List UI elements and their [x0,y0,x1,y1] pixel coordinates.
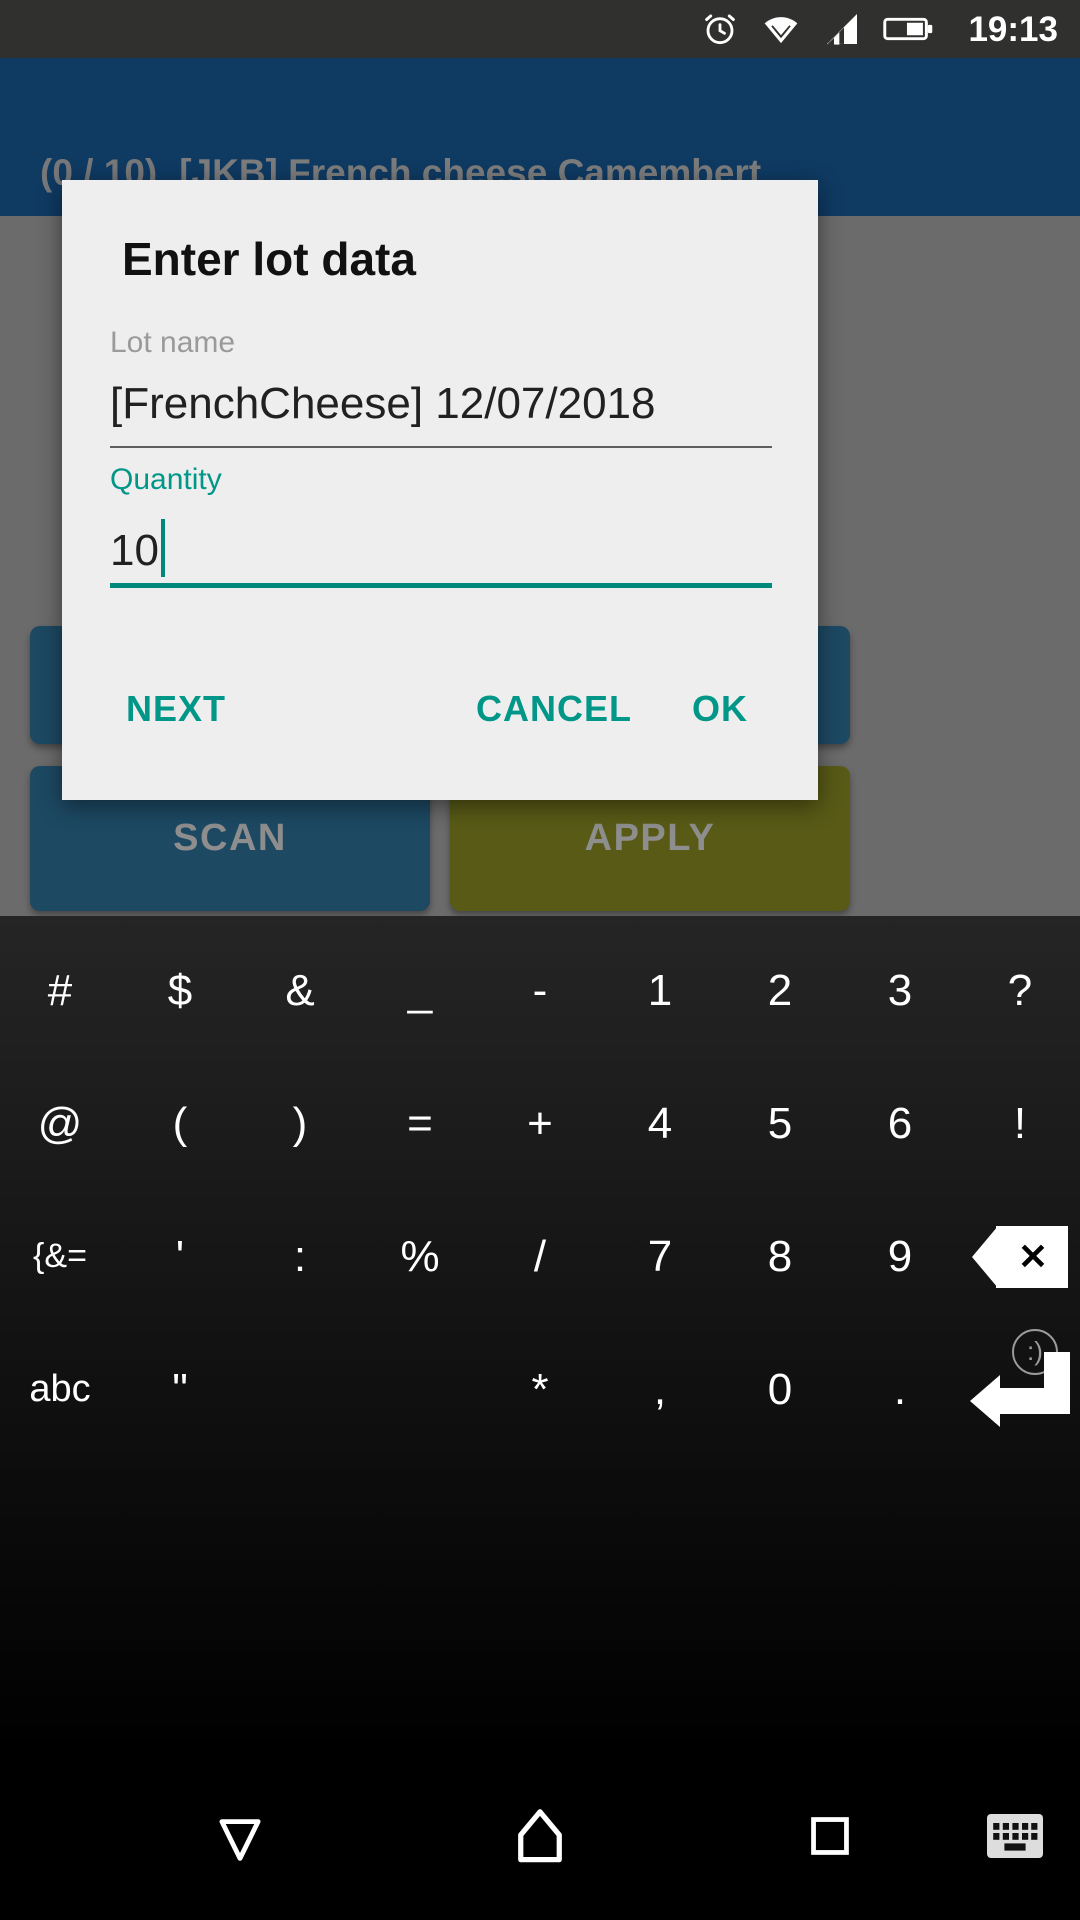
keyboard-row-4: abc " * , 0 . :) [0,1323,1080,1456]
key-underscore[interactable]: _ [360,924,480,1057]
nav-recents-button[interactable] [760,1756,900,1920]
key-hyphen[interactable]: - [480,924,600,1057]
alarm-icon [700,9,740,49]
dialog-title: Enter lot data [122,233,416,285]
status-bar: 19:13 [0,0,1080,58]
lot-name-input[interactable]: [FrenchCheese] 12/07/2018 [110,382,772,434]
key-quote[interactable]: " [120,1323,240,1456]
key-5[interactable]: 5 [720,1057,840,1190]
key-space[interactable] [240,1323,480,1456]
enter-icon [970,1351,1070,1428]
key-symbols-shift[interactable]: {&= [0,1190,120,1323]
nav-home-button[interactable] [450,1756,630,1920]
key-apostrophe[interactable]: ' [120,1190,240,1323]
key-2[interactable]: 2 [720,924,840,1057]
key-0[interactable]: 0 [720,1323,840,1456]
backspace-icon: ✕ [972,1225,1068,1288]
keyboard-row-3: {&= ' : % / 7 8 9 ✕ [0,1190,1080,1323]
nav-keyboard-switch-button[interactable] [960,1756,1070,1920]
key-period[interactable]: . [840,1323,960,1456]
nav-back-button[interactable] [150,1756,330,1920]
key-hash[interactable]: # [0,924,120,1057]
quantity-label: Quantity [110,463,222,496]
quantity-field-group: Quantity 10 [110,465,772,588]
navigation-bar [0,1756,1080,1920]
key-question[interactable]: ? [960,924,1080,1057]
keyboard-row-1: # $ & _ - 1 2 3 ? [0,924,1080,1057]
key-plus[interactable]: + [480,1057,600,1190]
on-screen-keyboard: # $ & _ - 1 2 3 ? @ ( ) = + 4 5 6 ! {&= … [0,916,1080,1756]
key-9[interactable]: 9 [840,1190,960,1323]
key-7[interactable]: 7 [600,1190,720,1323]
key-paren-close[interactable]: ) [240,1057,360,1190]
key-1[interactable]: 1 [600,924,720,1057]
lot-name-label: Lot name [110,326,236,359]
keyboard-switch-icon [986,1813,1044,1864]
key-8[interactable]: 8 [720,1190,840,1323]
quantity-underline [110,583,772,588]
status-icon-group: 19:13 [700,9,1058,49]
home-icon [507,1803,573,1874]
cancel-button[interactable]: CANCEL [476,688,632,730]
key-paren-open[interactable]: ( [120,1057,240,1190]
key-dollar[interactable]: $ [120,924,240,1057]
keyboard-row-2: @ ( ) = + 4 5 6 ! [0,1057,1080,1190]
key-at[interactable]: @ [0,1057,120,1190]
quantity-input[interactable]: 10 [110,519,772,577]
key-3[interactable]: 3 [840,924,960,1057]
key-percent[interactable]: % [360,1190,480,1323]
key-slash[interactable]: / [480,1190,600,1323]
text-caret [160,519,165,577]
enter-lot-data-dialog: Enter lot data Lot name [FrenchCheese] 1… [62,180,818,800]
key-exclamation[interactable]: ! [960,1057,1080,1190]
ok-button[interactable]: OK [692,688,748,730]
signal-icon [822,9,862,49]
key-enter[interactable]: :) [960,1323,1080,1456]
battery-icon [882,9,934,49]
key-abc[interactable]: abc [0,1323,120,1456]
key-equals[interactable]: = [360,1057,480,1190]
key-backspace[interactable]: ✕ [960,1190,1080,1323]
wifi-icon [760,9,802,49]
key-comma[interactable]: , [600,1323,720,1456]
back-icon [208,1804,272,1873]
key-4[interactable]: 4 [600,1057,720,1190]
key-6[interactable]: 6 [840,1057,960,1190]
lot-name-underline [110,446,772,448]
lot-name-field-group: Lot name [FrenchCheese] 12/07/2018 [110,328,772,448]
status-clock: 19:13 [968,9,1058,49]
quantity-value: 10 [110,526,159,575]
recents-icon [804,1810,856,1867]
key-colon[interactable]: : [240,1190,360,1323]
phone-screen: 19:13 (0 / 10) [JKB] French cheese Camem… [0,0,1080,1920]
key-ampersand[interactable]: & [240,924,360,1057]
dialog-action-row: NEXT CANCEL OK [62,670,818,766]
next-button[interactable]: NEXT [126,688,226,730]
key-asterisk[interactable]: * [480,1323,600,1456]
